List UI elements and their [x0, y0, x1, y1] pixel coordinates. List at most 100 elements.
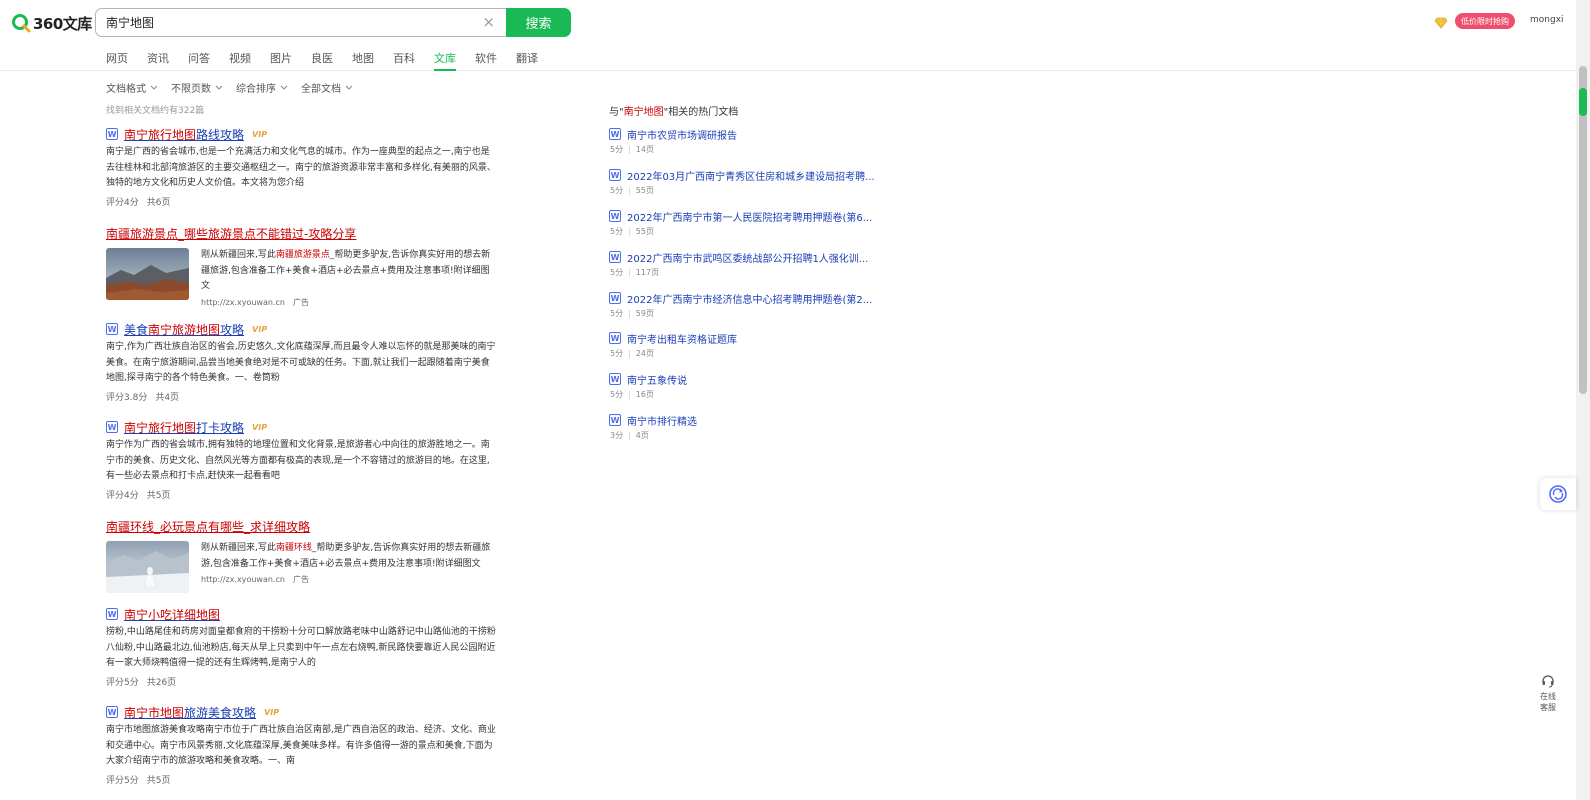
promo-badge[interactable]: 低价限时抢购 [1455, 13, 1515, 29]
page-count: 共26页 [146, 677, 177, 688]
related-doc-meta: 5分 | 14页 [610, 145, 654, 154]
result-title[interactable]: 美食南宁旅游地图攻略 [124, 321, 244, 338]
word-doc-icon: W [106, 421, 118, 433]
result-snippet: 南宁是广西的省会城市,也是一个充满活力和文化气息的城市。作为一座典型的起点之一,… [106, 147, 496, 188]
ad-snippet: 刚从新疆回来,写此南疆旅游景点_帮助更多驴友,告诉你真实好用的想去新疆旅游,包含… [201, 250, 491, 291]
related-doc-item: W 2022年03月广西南宁青秀区住房和城乡建设局招考聘... 5分 | 55页 [609, 168, 879, 196]
related-doc-meta: 3分 | 4页 [610, 431, 649, 440]
chevron-down-icon [345, 85, 353, 90]
page-count: 共5页 [146, 490, 171, 501]
filter-doc-format[interactable]: 文档格式 [106, 80, 158, 95]
result-meta: 评分3.8分 共4页 [106, 390, 496, 403]
ad-url-line: http://zx.xyouwan.cn 广告 [201, 574, 496, 585]
result-meta: 评分5分 共5页 [106, 773, 496, 786]
result-item: W 南宁旅行地图路线攻略 VIP 南宁是广西的省会城市,也是一个充满活力和文化气… [106, 126, 496, 208]
chevron-down-icon [280, 85, 288, 90]
tab-images[interactable]: 图片 [270, 50, 292, 70]
search-input[interactable] [106, 9, 476, 36]
word-doc-icon: W [106, 706, 118, 718]
related-doc-meta: 5分 | 59页 [610, 309, 654, 318]
related-doc-item: W 2022年广西南宁市第一人民医院招考聘用押题卷(第6... 5分 | 55页 [609, 209, 879, 237]
related-doc-item: W 南宁五象传说 5分 | 16页 [609, 372, 879, 400]
filter-page-count[interactable]: 不限页数 [171, 80, 223, 95]
result-snippet: 南宁,作为广西壮族自治区的省会,历史悠久,文化底蕴深厚,而且最令人难以忘怀的就是… [106, 342, 496, 383]
related-doc-item: W 南宁考出租车资格证题库 5分 | 24页 [609, 331, 879, 359]
related-doc-link[interactable]: 2022年广西南宁市第一人民医院招考聘用押题卷(第6... [627, 209, 872, 224]
online-customer-service[interactable]: 在线 客服 [1530, 674, 1566, 713]
tab-web[interactable]: 网页 [106, 50, 128, 70]
related-doc-link[interactable]: 南宁市排行精选 [627, 413, 697, 428]
tab-translate[interactable]: 翻译 [516, 50, 538, 70]
tab-baike[interactable]: 百科 [393, 50, 415, 70]
filter-label: 文档格式 [106, 84, 146, 95]
vip-badge: VIP [252, 129, 268, 139]
ad-item: 南疆旅游景点_哪些旅游景点不能错过-攻略分享 刚从新疆回来,写此南疆旅游景点_帮… [106, 223, 496, 308]
vip-badge: VIP [252, 422, 268, 432]
related-doc-meta: 5分 | 117页 [610, 268, 660, 277]
clear-search-icon[interactable]: × [482, 14, 495, 30]
result-title[interactable]: 南宁小吃详细地图 [124, 606, 220, 623]
ad-thumbnail[interactable] [106, 541, 189, 593]
search-box: × [95, 8, 507, 37]
logo[interactable]: 360文库 [11, 13, 92, 33]
result-item: W 南宁旅行地图打卡攻略 VIP 南宁作为广西的省会城市,拥有独特的地理位置和文… [106, 419, 496, 501]
related-doc-meta: 5分 | 55页 [610, 227, 654, 236]
search-button[interactable]: 搜索 [506, 8, 571, 37]
chevron-down-icon [215, 85, 223, 90]
rating: 评分4分 [106, 197, 139, 208]
page-count: 共5页 [146, 775, 171, 786]
related-doc-link[interactable]: 南宁市农贸市场调研报告 [627, 127, 737, 142]
ad-label: 广告 [292, 297, 309, 307]
result-title[interactable]: 南宁旅行地图路线攻略 [124, 126, 244, 143]
filter-label: 综合排序 [236, 84, 276, 95]
result-title[interactable]: 南宁旅行地图打卡攻略 [124, 419, 244, 436]
tab-doctor[interactable]: 良医 [311, 50, 333, 70]
rating: 评分3.8分 [106, 392, 148, 403]
floating-refresh-button[interactable] [1540, 478, 1576, 510]
cs-label-line2: 客服 [1540, 703, 1556, 712]
ad-label: 广告 [292, 575, 309, 584]
tab-video[interactable]: 视频 [229, 50, 251, 70]
page-count: 共4页 [155, 392, 180, 403]
username[interactable]: mongxi [1530, 15, 1564, 25]
filter-doc-type[interactable]: 全部文档 [301, 80, 353, 95]
ad-thumbnail[interactable] [106, 248, 189, 300]
refresh-icon [1549, 485, 1567, 503]
ad-url[interactable]: http://zx.xyouwan.cn [201, 575, 285, 584]
filter-bar: 文档格式 不限页数 综合排序 全部文档 [106, 80, 366, 95]
result-meta: 评分4分 共5页 [106, 488, 496, 501]
ad-title[interactable]: 南疆旅游景点_哪些旅游景点不能错过-攻略分享 [106, 227, 356, 241]
tab-qa[interactable]: 问答 [188, 50, 210, 70]
tab-map[interactable]: 地图 [352, 50, 374, 70]
result-title[interactable]: 南宁市地图旅游美食攻略 [124, 704, 256, 721]
filter-label: 不限页数 [171, 84, 211, 95]
tab-wenku[interactable]: 文库 [434, 50, 456, 71]
page-scrollbar[interactable] [1576, 0, 1590, 800]
logo-text: 360文库 [33, 14, 92, 33]
ad-url-line: http://zx.xyouwan.cn 广告 [201, 297, 496, 308]
related-doc-link[interactable]: 南宁考出租车资格证题库 [627, 331, 737, 346]
top-header: 360文库 × 搜索 网页 资讯 问答 视频 图片 良医 地图 百科 文库 软件… [0, 0, 1576, 71]
vip-badge: VIP [264, 707, 280, 717]
related-doc-link[interactable]: 南宁五象传说 [627, 372, 687, 387]
related-doc-link[interactable]: 2022年03月广西南宁青秀区住房和城乡建设局招考聘... [627, 168, 875, 183]
vip-diamond-icon[interactable] [1434, 14, 1448, 33]
result-count: 找到相关文档约有322篇 [106, 106, 205, 116]
word-doc-icon: W [609, 128, 621, 140]
tab-news[interactable]: 资讯 [147, 50, 169, 70]
word-doc-icon: W [609, 292, 621, 304]
related-doc-link[interactable]: 2022年广西南宁市经济信息中心招考聘用押题卷(第2... [627, 291, 872, 306]
word-doc-icon: W [106, 608, 118, 620]
chevron-down-icon [150, 85, 158, 90]
related-doc-link[interactable]: 2022广西南宁市武鸣区委统战部公开招聘1人强化训... [627, 250, 868, 265]
headset-icon [1542, 675, 1554, 688]
cs-label-line1: 在线 [1540, 692, 1556, 701]
word-doc-icon: W [609, 414, 621, 426]
related-doc-item: W 2022年广西南宁市经济信息中心招考聘用押题卷(第2... 5分 | 59页 [609, 291, 879, 319]
result-snippet: 捞粉,中山路尾佳和药房对面皇都食府的干捞粉十分可口解放路老味中山路舒记中山路仙池… [106, 627, 496, 668]
result-item: W 南宁小吃详细地图 捞粉,中山路尾佳和药房对面皇都食府的干捞粉十分可口解放路老… [106, 606, 496, 688]
filter-sort[interactable]: 综合排序 [236, 80, 288, 95]
tab-software[interactable]: 软件 [475, 50, 497, 70]
ad-url[interactable]: http://zx.xyouwan.cn [201, 298, 285, 307]
ad-title[interactable]: 南疆环线_必玩景点有哪些_求详细攻略 [106, 520, 310, 534]
